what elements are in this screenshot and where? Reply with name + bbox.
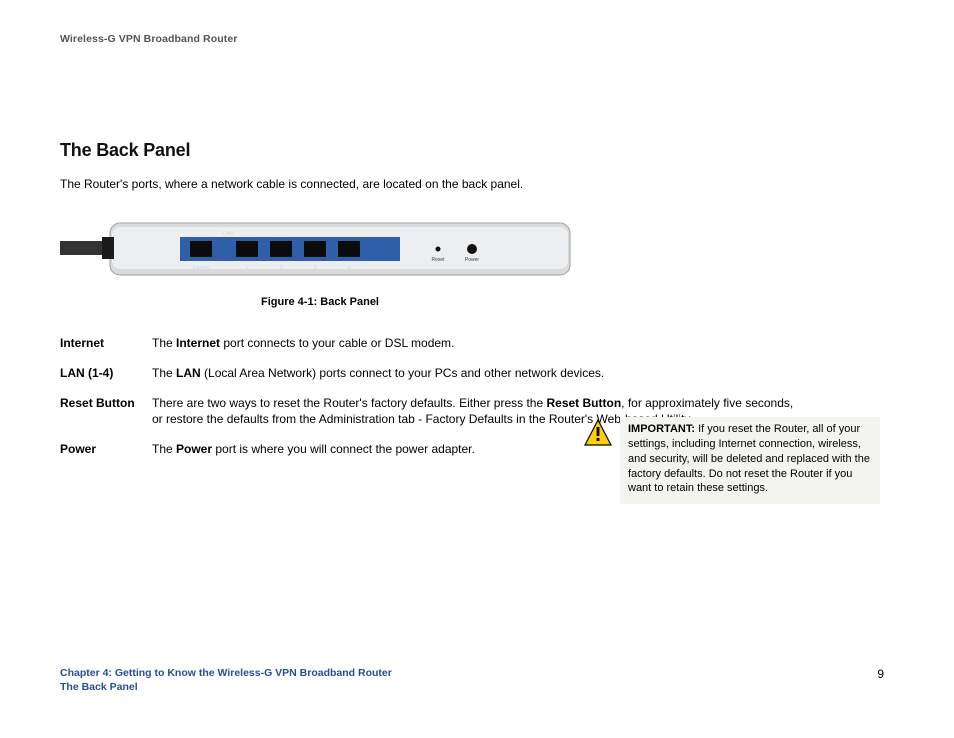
table-row: Internet The Internet port connects to y… — [60, 328, 800, 358]
svg-text:1: 1 — [246, 265, 249, 271]
fig-label-power: Power — [465, 257, 480, 263]
important-callout: IMPORTANT: If you reset the Router, all … — [620, 417, 880, 504]
callout-text: IMPORTANT: If you reset the Router, all … — [628, 422, 872, 496]
running-header: Wireless-G VPN Broadband Router — [60, 32, 884, 46]
desc-internet: The Internet port connects to your cable… — [152, 328, 800, 358]
desc-lan: The LAN (Local Area Network) ports conne… — [152, 358, 800, 388]
term-reset: Reset Button — [60, 388, 152, 434]
term-power: Power — [60, 434, 152, 464]
section-title: The Back Panel — [60, 138, 884, 162]
table-row: LAN (1-4) The LAN (Local Area Network) p… — [60, 358, 800, 388]
section-intro: The Router's ports, where a network cabl… — [60, 176, 884, 192]
svg-text:4: 4 — [348, 265, 351, 271]
svg-text:2: 2 — [280, 265, 283, 271]
figure-caption: Figure 4-1: Back Panel — [60, 295, 580, 310]
fig-label-internet: Internet — [193, 265, 211, 271]
footer-subtitle: The Back Panel — [60, 680, 884, 694]
page-number: 9 — [877, 666, 884, 682]
term-lan: LAN (1-4) — [60, 358, 152, 388]
fig-label-reset: Reset — [431, 257, 445, 263]
footer-chapter: Chapter 4: Getting to Know the Wireless-… — [60, 666, 884, 680]
svg-text:3: 3 — [314, 265, 317, 271]
fig-label-lan: LAN — [223, 231, 233, 237]
figure-back-panel: Internet LAN 1 2 3 4 Reset Power Figure … — [60, 215, 580, 310]
page-footer: Chapter 4: Getting to Know the Wireless-… — [60, 666, 884, 694]
term-internet: Internet — [60, 328, 152, 358]
router-illustration: Internet LAN 1 2 3 4 Reset Power — [60, 215, 580, 289]
warning-icon — [584, 419, 612, 447]
